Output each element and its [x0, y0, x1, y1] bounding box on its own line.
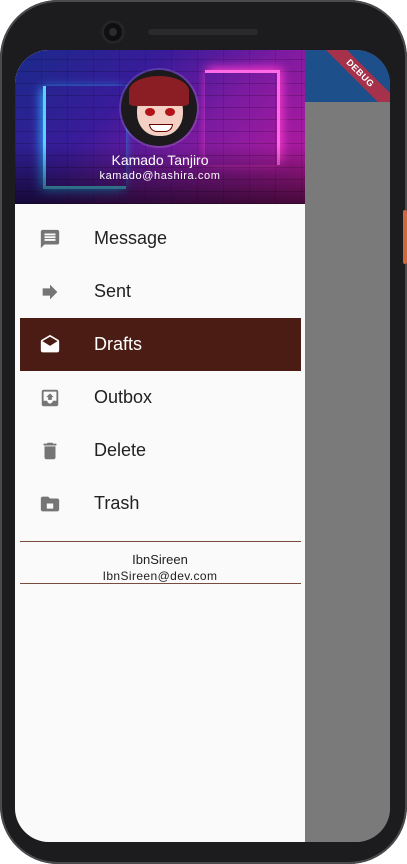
trash-folder-icon	[39, 493, 61, 515]
menu-item-label: Delete	[94, 440, 147, 460]
open-envelope-icon	[39, 334, 61, 356]
drawer-scrim[interactable]	[305, 102, 390, 842]
message-icon	[39, 228, 61, 250]
menu-item-label: Drafts	[94, 334, 143, 354]
menu-item-delete[interactable]: Delete	[20, 424, 301, 477]
drawer-menu: Message Sent Drafts Outbox Delete Trash	[15, 212, 305, 530]
phone-frame: DEBUG Kamado Tanjiro kamado@hashira.com	[0, 0, 407, 864]
menu-item-label: Outbox	[94, 387, 153, 407]
footer-email: IbnSireen@dev.com	[102, 569, 218, 583]
menu-item-trash[interactable]: Trash	[20, 477, 301, 530]
trash-can-icon	[39, 440, 61, 462]
footer-name: IbnSireen	[132, 552, 188, 567]
menu-item-sent[interactable]: Sent	[20, 265, 301, 318]
earpiece-speaker	[148, 29, 258, 35]
drawer-header: Kamado Tanjiro kamado@hashira.com	[15, 50, 305, 204]
menu-item-label: Message	[94, 228, 168, 248]
power-button	[403, 210, 407, 264]
screen: DEBUG Kamado Tanjiro kamado@hashira.com	[15, 50, 390, 842]
avatar-eye-left	[145, 108, 155, 116]
account-email: kamado@hashira.com	[99, 170, 221, 182]
menu-item-message[interactable]: Message	[20, 212, 301, 265]
divider-top	[20, 541, 301, 542]
menu-item-drafts[interactable]: Drafts	[20, 318, 301, 371]
menu-item-label: Sent	[94, 281, 132, 301]
account-name: Kamado Tanjiro	[111, 152, 209, 168]
divider-bottom	[20, 583, 301, 584]
avatar-hair	[129, 76, 189, 106]
outbox-icon	[39, 387, 61, 409]
account-avatar[interactable]	[121, 70, 197, 146]
navigation-drawer: Kamado Tanjiro kamado@hashira.com Messag…	[15, 50, 305, 842]
menu-item-outbox[interactable]: Outbox	[20, 371, 301, 424]
arrow-forward-icon	[39, 281, 61, 303]
menu-item-label: Trash	[94, 493, 140, 513]
front-camera	[101, 20, 125, 44]
avatar-eye-right	[165, 108, 175, 116]
